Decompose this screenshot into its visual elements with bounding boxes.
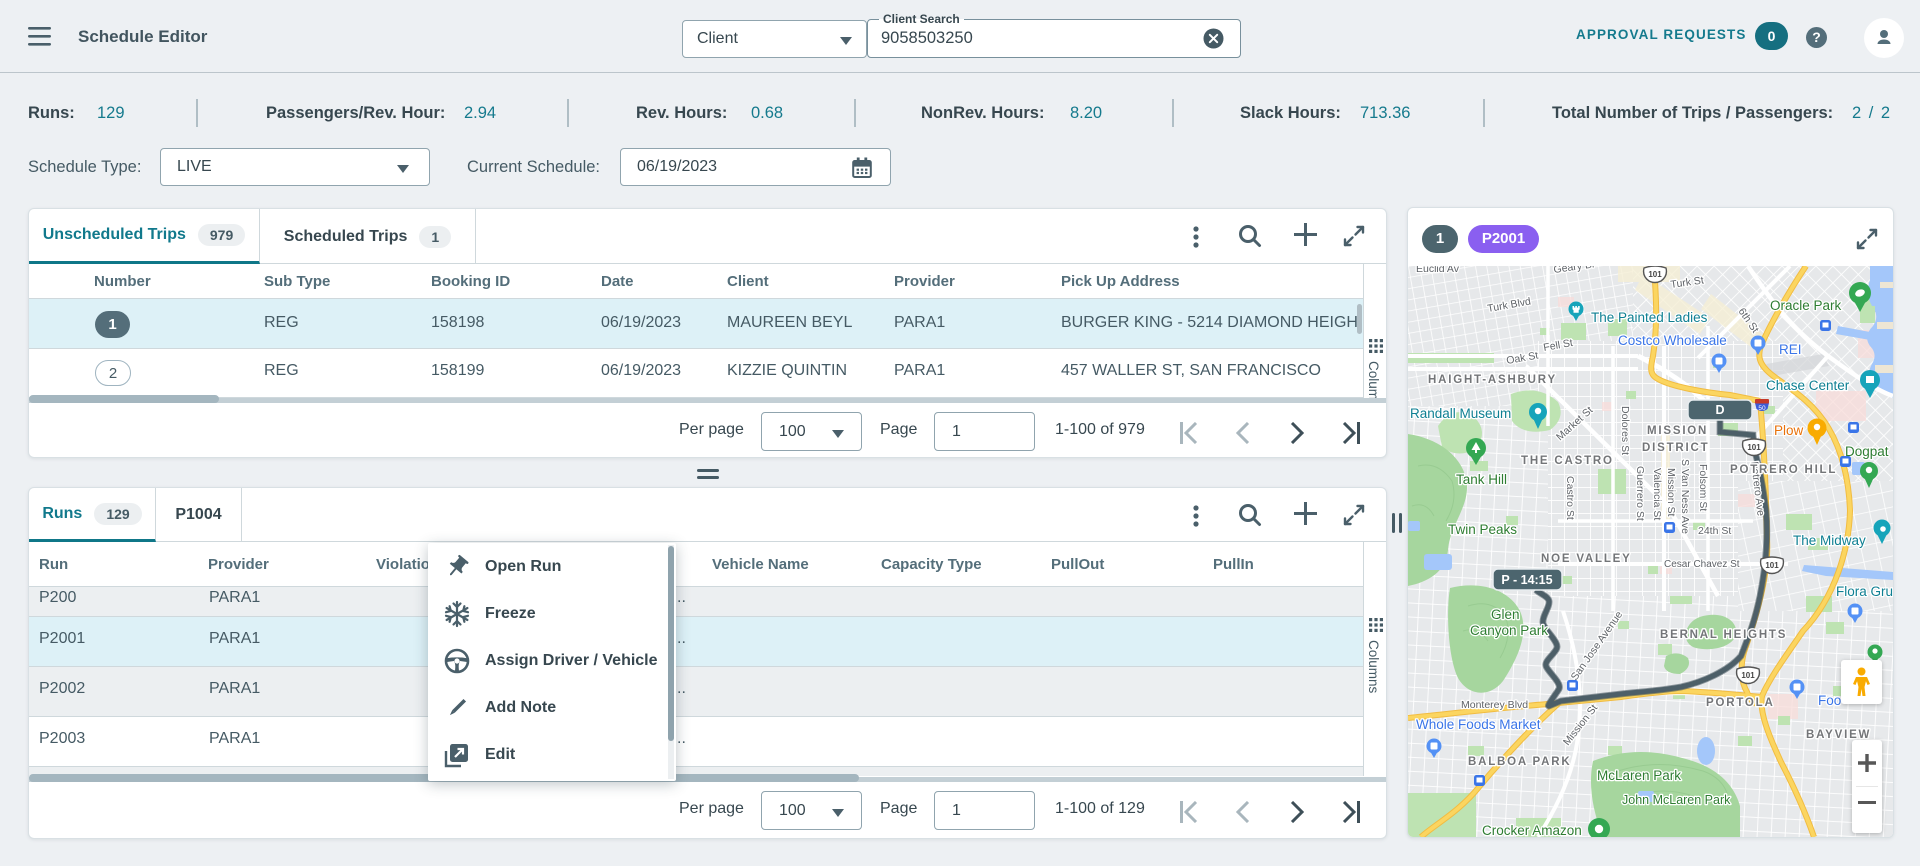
svg-text:POTRERO HILL: POTRERO HILL — [1730, 464, 1837, 476]
svg-text:BALBOA PARK: BALBOA PARK — [1468, 756, 1572, 768]
svg-text:Costco Wholesale: Costco Wholesale — [1618, 333, 1727, 348]
svg-text:Oracle Park: Oracle Park — [1770, 298, 1842, 313]
svg-text:101: 101 — [1741, 671, 1755, 680]
svg-text:101: 101 — [1747, 443, 1761, 452]
svg-text:HAIGHT-ASHBURY: HAIGHT-ASHBURY — [1428, 374, 1557, 386]
svg-text:Canyon Park: Canyon Park — [1470, 623, 1548, 638]
svg-text:Chase Center: Chase Center — [1766, 378, 1850, 393]
svg-text:P - 14:15: P - 14:15 — [1501, 573, 1552, 587]
svg-text:Valencia St: Valencia St — [1651, 468, 1663, 520]
svg-text:Dogpat: Dogpat — [1845, 444, 1889, 459]
svg-text:Randall Museum: Randall Museum — [1410, 406, 1511, 421]
svg-text:Twin Peaks: Twin Peaks — [1448, 522, 1517, 537]
svg-text:The Painted Ladies: The Painted Ladies — [1591, 310, 1708, 325]
svg-text:24th St: 24th St — [1698, 525, 1731, 537]
svg-text:Dolores St: Dolores St — [1619, 406, 1631, 455]
svg-text:Monterey Blvd: Monterey Blvd — [1461, 699, 1528, 711]
svg-text:101: 101 — [1765, 561, 1779, 570]
svg-text:DISTRICT: DISTRICT — [1642, 442, 1709, 454]
svg-text:D: D — [1715, 403, 1724, 417]
svg-text:Castro St: Castro St — [1564, 476, 1576, 520]
svg-text:Cesar Chavez St: Cesar Chavez St — [1664, 559, 1740, 570]
svg-text:Crocker Amazon: Crocker Amazon — [1482, 823, 1582, 837]
svg-text:McLaren Park: McLaren Park — [1597, 768, 1681, 783]
svg-text:Guerrero St: Guerrero St — [1634, 466, 1646, 521]
svg-text:Euclid Av: Euclid Av — [1416, 266, 1460, 275]
svg-text:THE CASTRO: THE CASTRO — [1521, 455, 1614, 467]
svg-text:BERNAL HEIGHTS: BERNAL HEIGHTS — [1660, 629, 1787, 641]
svg-text:John McLaren Park: John McLaren Park — [1622, 793, 1731, 807]
svg-text:PORTOLA: PORTOLA — [1706, 697, 1775, 709]
svg-text:Glen: Glen — [1491, 607, 1520, 622]
svg-text:Foo: Foo — [1818, 693, 1841, 708]
svg-text:S Van Ness Ave: S Van Ness Ave — [1679, 459, 1691, 534]
svg-text:The Midway: The Midway — [1793, 533, 1866, 548]
svg-text:NOE VALLEY: NOE VALLEY — [1541, 553, 1632, 565]
svg-text:101: 101 — [1648, 270, 1662, 279]
svg-text:REI: REI — [1779, 342, 1802, 357]
svg-text:MISSION: MISSION — [1647, 425, 1708, 437]
svg-text:Tank Hill: Tank Hill — [1456, 472, 1507, 487]
svg-text:Flora Gru: Flora Gru — [1836, 584, 1893, 599]
svg-text:Whole Foods Market: Whole Foods Market — [1416, 717, 1541, 732]
svg-text:Folsom St: Folsom St — [1697, 464, 1709, 511]
svg-text:Plow: Plow — [1774, 423, 1804, 438]
svg-text:50: 50 — [1758, 405, 1766, 412]
svg-text:Mission St: Mission St — [1665, 468, 1677, 517]
